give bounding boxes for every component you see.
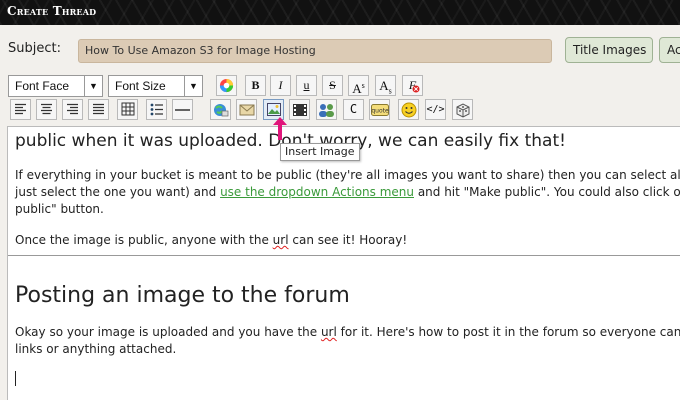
font-size-label: Font Size xyxy=(115,79,166,93)
align-right-icon[interactable] xyxy=(62,99,83,120)
quote-icon[interactable]: quote xyxy=(369,99,390,120)
table-icon[interactable] xyxy=(117,99,138,120)
message-editor[interactable]: public when it was uploaded. Don't worry… xyxy=(7,126,680,400)
editor-paragraph-1-line-3: public" button. xyxy=(15,202,104,216)
text-caret xyxy=(15,371,16,386)
font-face-label: Font Face xyxy=(15,79,70,93)
horizontal-rule-icon[interactable] xyxy=(172,99,193,120)
insert-image-tooltip: Insert Image xyxy=(280,143,360,161)
editor-text: and hit "Make public". You could also cl… xyxy=(414,185,680,199)
underline-button[interactable]: u xyxy=(296,75,317,96)
subscript-button[interactable]: As xyxy=(375,75,396,96)
color-wheel-icon[interactable] xyxy=(216,75,237,96)
video-icon[interactable] xyxy=(289,99,310,120)
align-center-icon[interactable] xyxy=(36,99,57,120)
title-images-button[interactable]: Title Images xyxy=(565,37,653,63)
code-c-icon[interactable]: C xyxy=(343,99,364,120)
smiley-icon[interactable] xyxy=(398,99,419,120)
chevron-down-icon: ▼ xyxy=(184,76,202,96)
editor-paragraph-2: Once the image is public, anyone with th… xyxy=(15,233,407,247)
remove-format-button[interactable]: F xyxy=(402,75,423,96)
editor-text: just select the one you want) and xyxy=(15,185,221,199)
remove-x-icon xyxy=(412,85,420,93)
editor-text: Once the image is public, anyone with th… xyxy=(15,233,273,247)
header-bar: Create Thread xyxy=(0,0,680,25)
editor-text: can see it! Hooray! xyxy=(288,233,408,247)
subscript-letter: A xyxy=(379,78,389,93)
strikethrough-button[interactable]: S xyxy=(322,75,343,96)
misspelled-word: url xyxy=(272,233,289,247)
email-icon[interactable] xyxy=(236,99,257,120)
font-face-select[interactable]: Font Face ▼ xyxy=(8,75,103,97)
actions-menu-link[interactable]: use the dropdown Actions menu xyxy=(220,185,414,199)
bold-button[interactable]: B xyxy=(245,75,266,96)
editor-text: for it. Here's how to post it in the for… xyxy=(336,325,680,339)
align-left-icon[interactable] xyxy=(10,99,31,120)
editor-paragraph-1-line-1: If everything in your bucket is meant to… xyxy=(15,168,680,182)
superscript-letter: A xyxy=(352,81,362,96)
html-code-icon[interactable]: </> xyxy=(425,99,446,120)
svg-text:quote: quote xyxy=(371,108,389,115)
italic-button[interactable]: I xyxy=(270,75,291,96)
font-size-select[interactable]: Font Size ▼ xyxy=(108,75,203,97)
editor-paragraph-3-line-2: links or anything attached. xyxy=(15,342,177,356)
users-icon[interactable] xyxy=(316,99,337,120)
editor-paragraph-1-line-2: just select the one you want) and use th… xyxy=(15,185,680,199)
editor-paragraph-3-line-1: Okay so your image is uploaded and you h… xyxy=(15,325,680,339)
editor-heading: Posting an image to the forum xyxy=(15,283,350,308)
page-title: Create Thread xyxy=(7,4,97,18)
subject-label: Subject: xyxy=(8,41,61,56)
next-toolbar-button[interactable]: Ac xyxy=(659,37,680,63)
link-globe-icon[interactable] xyxy=(210,99,231,120)
bullet-list-icon[interactable] xyxy=(146,99,167,120)
superscript-button[interactable]: As xyxy=(348,75,369,96)
chevron-down-icon: ▼ xyxy=(84,76,102,96)
pointer-arrow-icon xyxy=(273,117,287,140)
justify-icon[interactable] xyxy=(88,99,109,120)
subscript-small: s xyxy=(388,86,392,96)
horizontal-rule xyxy=(8,255,680,256)
misspelled-word: url xyxy=(320,325,337,339)
superscript-small: s xyxy=(361,81,365,90)
subject-input[interactable]: How To Use Amazon S3 for Image Hosting xyxy=(78,39,552,63)
editor-text: Okay so your image is uploaded and you h… xyxy=(15,325,321,339)
dice-icon[interactable] xyxy=(452,99,473,120)
